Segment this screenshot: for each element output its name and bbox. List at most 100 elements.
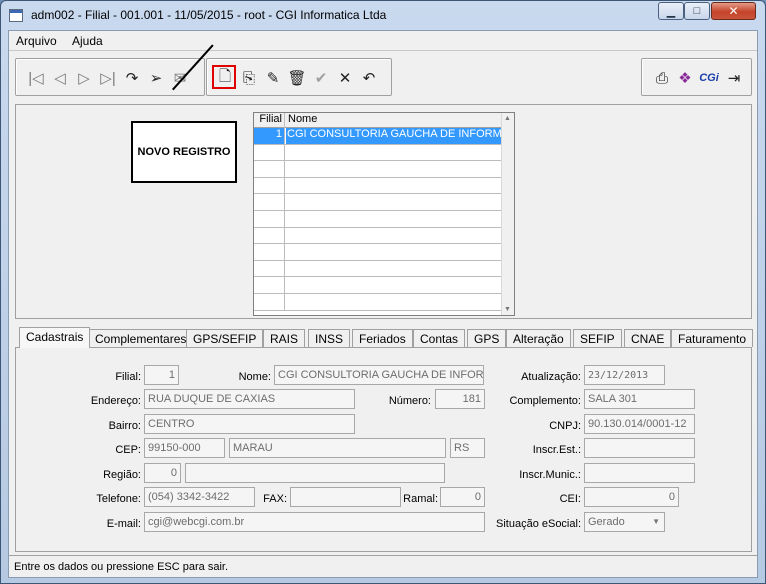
- telefone-label: Telefone:: [96, 493, 141, 505]
- menu-arquivo-label: Arquivo: [16, 34, 57, 48]
- cancel-icon[interactable]: ✕: [335, 68, 355, 88]
- table-row[interactable]: [254, 194, 501, 211]
- inscr-munic-field[interactable]: [584, 463, 695, 483]
- table-row[interactable]: [254, 277, 501, 294]
- inscr-est-field[interactable]: [584, 438, 695, 458]
- scroll-up-icon[interactable]: ▲: [504, 115, 511, 122]
- book-icon[interactable]: ❖: [675, 68, 695, 88]
- tab-contas[interactable]: Contas: [413, 329, 466, 347]
- fax-label: FAX:: [263, 493, 287, 505]
- grid-cell-filial: [254, 293, 285, 310]
- maximize-button[interactable]: □: [684, 2, 710, 20]
- status-text: Entre os dados ou pressione ESC para sai…: [14, 561, 229, 573]
- window-title: adm002 - Filial - 001.001 - 11/05/2015 -…: [31, 8, 387, 22]
- tab-faturamento[interactable]: Faturamento: [671, 329, 754, 347]
- chevron-down-icon[interactable]: ▼: [652, 517, 660, 526]
- menu-arquivo[interactable]: Arquivo: [16, 34, 57, 48]
- printer-icon[interactable]: ⎙: [652, 68, 672, 88]
- tab-cadastrais[interactable]: Cadastrais: [19, 327, 91, 348]
- ramal-field[interactable]: 0: [440, 487, 485, 507]
- last-record-icon[interactable]: ▷|: [98, 68, 118, 88]
- confirm-icon[interactable]: ✔: [311, 68, 331, 88]
- utility-toolgroup: ⎙ ❖ CGi ⇥: [641, 58, 752, 96]
- close-button[interactable]: ✕: [711, 2, 756, 20]
- tab-gps[interactable]: GPS: [467, 329, 507, 347]
- exit-icon[interactable]: ⇥: [724, 68, 744, 88]
- table-row[interactable]: 1 CGI CONSULTORIA GAUCHA DE INFORMATICA: [254, 128, 501, 145]
- regiao-label: Região:: [103, 469, 141, 481]
- tab-sefip[interactable]: SEFIP: [573, 329, 622, 347]
- table-row[interactable]: [254, 244, 501, 261]
- cei-label: CEI:: [559, 493, 581, 505]
- grid-cell-nome: [286, 145, 501, 161]
- client-area: Arquivo Ajuda |◁ ◁ ▷ ▷| ↷ ➢ ✉ 🗋 ⎘ ✎ 🗑 ✔ …: [8, 30, 758, 578]
- grid-cell-filial: [254, 227, 285, 244]
- regiao-field[interactable]: 0: [144, 463, 181, 483]
- tab-cnae[interactable]: CNAE: [624, 329, 672, 347]
- fax-field[interactable]: [290, 487, 401, 507]
- filial-label: Filial:: [115, 371, 141, 383]
- tab-feriados[interactable]: Feriados: [352, 329, 413, 347]
- grid-cell-filial: [254, 161, 285, 177]
- bairro-label: Bairro:: [108, 420, 141, 432]
- grid-cell-filial: [254, 194, 285, 210]
- cidade-field[interactable]: MARAU: [229, 438, 446, 458]
- grid-cell-nome: [286, 211, 501, 227]
- cgi-logo-icon[interactable]: CGi: [699, 68, 719, 88]
- undo-icon[interactable]: ↶: [359, 68, 379, 88]
- complemento-field[interactable]: SALA 301: [584, 389, 695, 409]
- grid-header-nome[interactable]: Nome: [286, 113, 317, 128]
- menu-bar: Arquivo Ajuda: [9, 31, 757, 50]
- situacao-esocial-select[interactable]: Gerado ▼: [584, 512, 665, 532]
- table-row[interactable]: [254, 210, 501, 228]
- filial-grid[interactable]: Filial Nome 1 CGI CONSULTORIA GAUCHA DE …: [253, 112, 515, 316]
- copy-record-icon[interactable]: ⎘: [239, 68, 259, 88]
- tab-alteracao[interactable]: Alteração: [506, 329, 571, 347]
- table-row[interactable]: [254, 144, 501, 162]
- grid-cell-filial: 1: [254, 128, 285, 144]
- cep-field[interactable]: 99150-000: [144, 438, 225, 458]
- first-record-icon[interactable]: |◁: [26, 68, 46, 88]
- send-icon[interactable]: ➢: [146, 68, 166, 88]
- tab-inss[interactable]: INSS: [308, 329, 351, 347]
- next-record-icon[interactable]: ▷: [74, 68, 94, 88]
- scroll-down-icon[interactable]: ▼: [504, 306, 511, 313]
- regiao-descricao-field[interactable]: [185, 463, 445, 483]
- nome-field[interactable]: CGI CONSULTORIA GAUCHA DE INFORMATICA: [274, 365, 484, 385]
- menu-ajuda[interactable]: Ajuda: [72, 34, 103, 48]
- bairro-field[interactable]: CENTRO: [144, 414, 355, 434]
- cei-field[interactable]: 0: [584, 487, 679, 507]
- uf-field[interactable]: RS: [450, 438, 485, 458]
- ramal-label: Ramal:: [403, 493, 438, 505]
- tab-complementares[interactable]: Complementares: [88, 329, 194, 347]
- grid-cell-filial: [254, 260, 285, 277]
- table-row[interactable]: [254, 227, 501, 245]
- delete-record-icon[interactable]: 🗑: [287, 68, 307, 88]
- endereco-field[interactable]: RUA DUQUE DE CAXIAS: [144, 389, 355, 409]
- tab-gps-sefip[interactable]: GPS/SEFIP: [186, 329, 264, 347]
- novo-registro-callout: NOVO REGISTRO: [131, 121, 237, 183]
- table-row[interactable]: [254, 161, 501, 178]
- edit-record-icon[interactable]: ✎: [263, 68, 283, 88]
- atualizacao-field[interactable]: 23/12/2013: [584, 365, 665, 385]
- grid-header-filial[interactable]: Filial: [254, 113, 285, 128]
- cnpj-field[interactable]: 90.130.014/0001-12: [584, 414, 695, 434]
- grid-vertical-scrollbar[interactable]: ▲ ▼: [501, 113, 514, 315]
- telefone-field[interactable]: (054) 3342-3422: [144, 487, 255, 507]
- nome-label: Nome:: [238, 371, 271, 383]
- tab-rais[interactable]: RAIS: [263, 329, 306, 347]
- previous-record-icon[interactable]: ◁: [50, 68, 70, 88]
- table-row[interactable]: [254, 177, 501, 195]
- grid-cell-nome: [286, 178, 501, 194]
- email-field[interactable]: cgi@webcgi.com.br: [144, 512, 485, 532]
- grid-cell-nome: [286, 161, 501, 177]
- filial-field[interactable]: 1: [144, 365, 179, 385]
- minimize-button[interactable]: ▁: [658, 2, 684, 20]
- table-row[interactable]: [254, 293, 501, 311]
- table-row[interactable]: [254, 260, 501, 278]
- grid-cell-filial: [254, 277, 285, 293]
- refresh-icon[interactable]: ↷: [122, 68, 142, 88]
- title-bar[interactable]: adm002 - Filial - 001.001 - 11/05/2015 -…: [1, 1, 765, 30]
- grid-cell-nome: [286, 194, 501, 210]
- numero-field[interactable]: 181: [435, 389, 485, 409]
